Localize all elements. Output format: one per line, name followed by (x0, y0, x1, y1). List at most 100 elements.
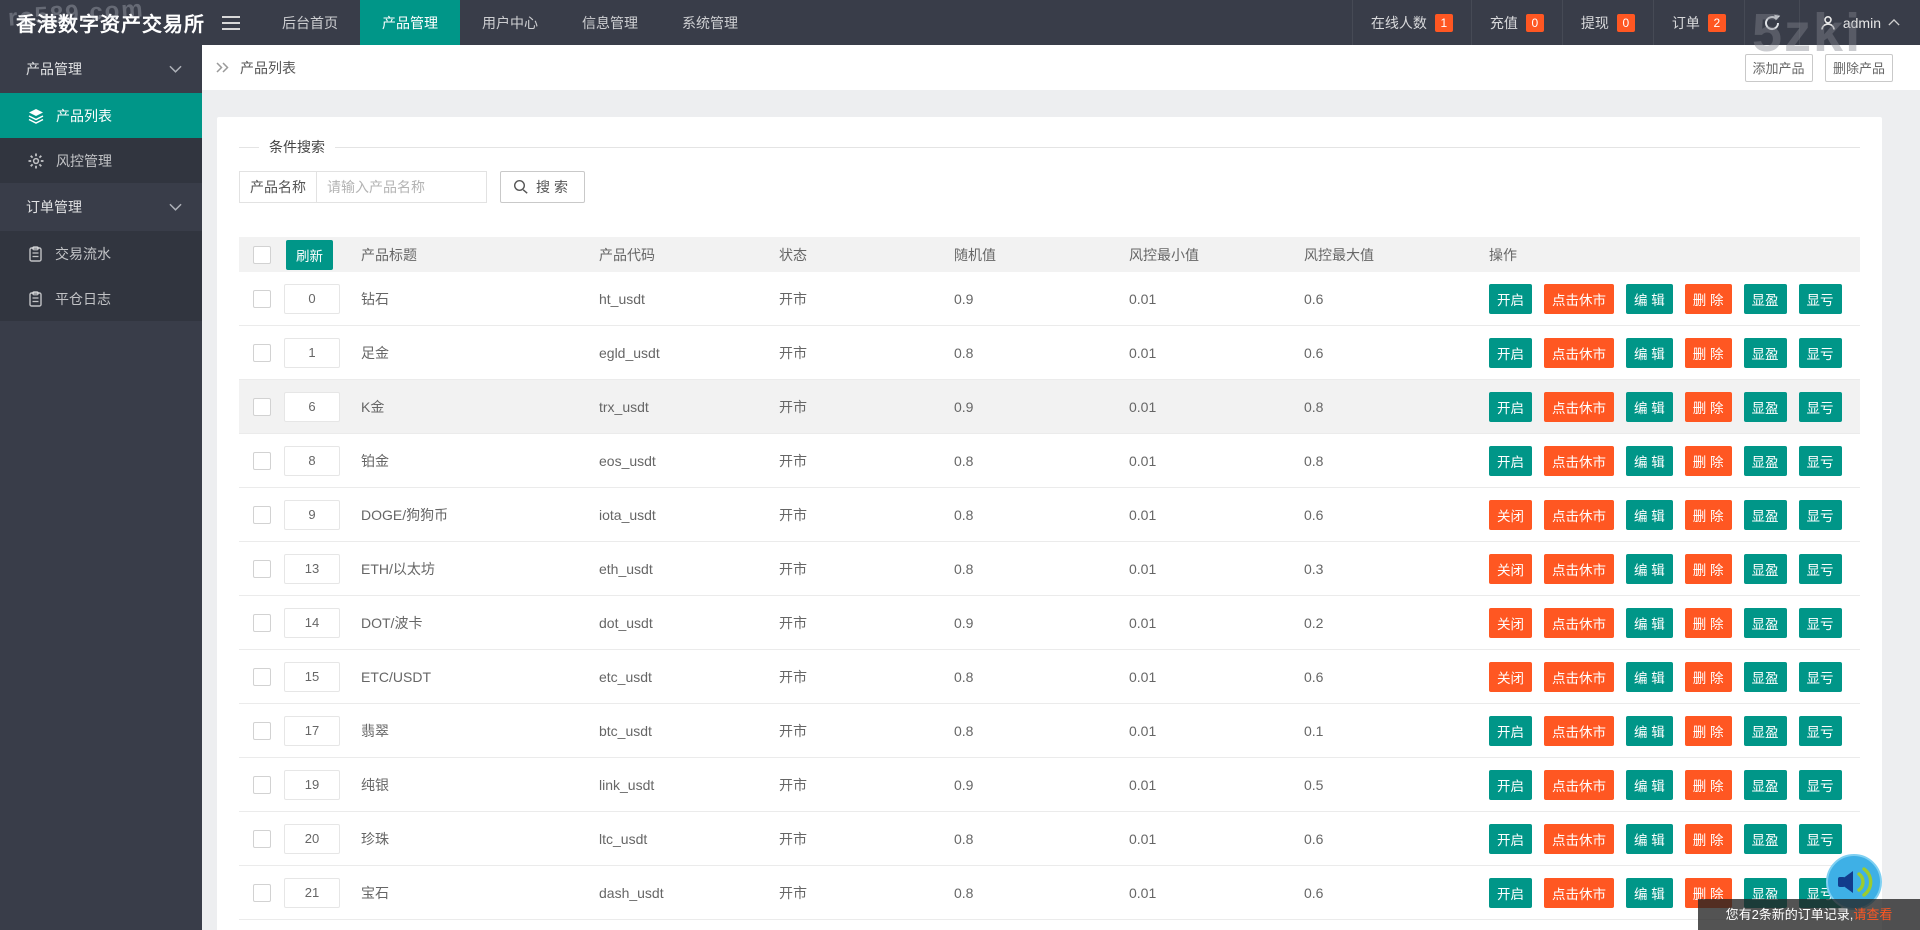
show-loss-button[interactable]: 显亏 (1799, 392, 1842, 422)
edit-button[interactable]: 编 辑 (1626, 500, 1673, 530)
search-button[interactable]: 搜索 (500, 171, 585, 203)
pause-market-button[interactable]: 点击休市 (1544, 284, 1614, 314)
status-item-3[interactable]: 订单2 (1653, 0, 1744, 45)
sort-input[interactable]: 1 (284, 338, 340, 368)
show-profit-button[interactable]: 显盈 (1744, 446, 1787, 476)
edit-button[interactable]: 编 辑 (1626, 446, 1673, 476)
edit-button[interactable]: 编 辑 (1626, 662, 1673, 692)
user-menu[interactable]: admin (1799, 0, 1920, 45)
add-product-button[interactable]: 添加产品 (1745, 54, 1813, 82)
product-name-input[interactable] (317, 171, 487, 203)
pause-market-button[interactable]: 点击休市 (1544, 824, 1614, 854)
sort-input[interactable]: 0 (284, 284, 340, 314)
sidebar-group-0[interactable]: 产品管理 (0, 45, 202, 93)
delete-button[interactable]: 删 除 (1685, 770, 1732, 800)
edit-button[interactable]: 编 辑 (1626, 770, 1673, 800)
nav-item-0[interactable]: 后台首页 (260, 0, 360, 45)
row-checkbox[interactable] (253, 398, 271, 416)
delete-product-button[interactable]: 删除产品 (1825, 54, 1893, 82)
toggle-button[interactable]: 开启 (1489, 716, 1532, 746)
toggle-button[interactable]: 开启 (1489, 338, 1532, 368)
show-profit-button[interactable]: 显盈 (1744, 824, 1787, 854)
sort-input[interactable]: 15 (284, 662, 340, 692)
show-loss-button[interactable]: 显亏 (1799, 770, 1842, 800)
sort-input[interactable]: 13 (284, 554, 340, 584)
row-checkbox[interactable] (253, 560, 271, 578)
nav-item-2[interactable]: 用户中心 (460, 0, 560, 45)
show-loss-button[interactable]: 显亏 (1799, 824, 1842, 854)
show-profit-button[interactable]: 显盈 (1744, 770, 1787, 800)
status-item-2[interactable]: 提现0 (1562, 0, 1653, 45)
row-checkbox[interactable] (253, 344, 271, 362)
row-checkbox[interactable] (253, 506, 271, 524)
refresh-button[interactable] (1744, 0, 1799, 45)
toggle-button[interactable]: 关闭 (1489, 662, 1532, 692)
select-all-checkbox[interactable] (253, 246, 271, 264)
show-profit-button[interactable]: 显盈 (1744, 284, 1787, 314)
sort-input[interactable]: 14 (284, 608, 340, 638)
toggle-button[interactable]: 关闭 (1489, 554, 1532, 584)
sort-input[interactable]: 8 (284, 446, 340, 476)
row-checkbox[interactable] (253, 884, 271, 902)
row-checkbox[interactable] (253, 830, 271, 848)
pause-market-button[interactable]: 点击休市 (1544, 500, 1614, 530)
show-loss-button[interactable]: 显亏 (1799, 554, 1842, 584)
toast-view-link[interactable]: 请查看 (1853, 907, 1892, 922)
edit-button[interactable]: 编 辑 (1626, 284, 1673, 314)
row-checkbox[interactable] (253, 452, 271, 470)
delete-button[interactable]: 删 除 (1685, 392, 1732, 422)
delete-button[interactable]: 删 除 (1685, 554, 1732, 584)
pause-market-button[interactable]: 点击休市 (1544, 662, 1614, 692)
sidebar-item-风控管理[interactable]: 风控管理 (0, 138, 202, 183)
pause-market-button[interactable]: 点击休市 (1544, 392, 1614, 422)
show-profit-button[interactable]: 显盈 (1744, 662, 1787, 692)
show-loss-button[interactable]: 显亏 (1799, 500, 1842, 530)
sidebar-item-产品列表[interactable]: 产品列表 (0, 93, 202, 138)
refresh-table-button[interactable]: 刷新 (286, 240, 333, 270)
row-checkbox[interactable] (253, 614, 271, 632)
edit-button[interactable]: 编 辑 (1626, 554, 1673, 584)
show-loss-button[interactable]: 显亏 (1799, 338, 1842, 368)
pause-market-button[interactable]: 点击休市 (1544, 338, 1614, 368)
delete-button[interactable]: 删 除 (1685, 716, 1732, 746)
show-profit-button[interactable]: 显盈 (1744, 392, 1787, 422)
edit-button[interactable]: 编 辑 (1626, 392, 1673, 422)
show-loss-button[interactable]: 显亏 (1799, 284, 1842, 314)
nav-item-1[interactable]: 产品管理 (360, 0, 460, 45)
pause-market-button[interactable]: 点击休市 (1544, 716, 1614, 746)
edit-button[interactable]: 编 辑 (1626, 608, 1673, 638)
toggle-button[interactable]: 关闭 (1489, 500, 1532, 530)
toggle-button[interactable]: 开启 (1489, 446, 1532, 476)
show-profit-button[interactable]: 显盈 (1744, 500, 1787, 530)
edit-button[interactable]: 编 辑 (1626, 824, 1673, 854)
pause-market-button[interactable]: 点击休市 (1544, 878, 1614, 908)
nav-item-3[interactable]: 信息管理 (560, 0, 660, 45)
show-loss-button[interactable]: 显亏 (1799, 716, 1842, 746)
sort-input[interactable]: 21 (284, 878, 340, 908)
sort-input[interactable]: 19 (284, 770, 340, 800)
sort-input[interactable]: 6 (284, 392, 340, 422)
sidebar-item-交易流水[interactable]: 交易流水 (0, 231, 202, 276)
nav-item-4[interactable]: 系统管理 (660, 0, 760, 45)
row-checkbox[interactable] (253, 776, 271, 794)
sort-input[interactable]: 9 (284, 500, 340, 530)
delete-button[interactable]: 删 除 (1685, 824, 1732, 854)
toggle-button[interactable]: 开启 (1489, 770, 1532, 800)
edit-button[interactable]: 编 辑 (1626, 878, 1673, 908)
sort-input[interactable]: 17 (284, 716, 340, 746)
toggle-button[interactable]: 开启 (1489, 284, 1532, 314)
status-item-0[interactable]: 在线人数1 (1352, 0, 1471, 45)
toggle-button[interactable]: 开启 (1489, 824, 1532, 854)
sidebar-item-平仓日志[interactable]: 平仓日志 (0, 276, 202, 321)
edit-button[interactable]: 编 辑 (1626, 338, 1673, 368)
toggle-button[interactable]: 开启 (1489, 392, 1532, 422)
row-checkbox[interactable] (253, 668, 271, 686)
sidebar-group-1[interactable]: 订单管理 (0, 183, 202, 231)
pause-market-button[interactable]: 点击休市 (1544, 554, 1614, 584)
delete-button[interactable]: 删 除 (1685, 500, 1732, 530)
pause-market-button[interactable]: 点击休市 (1544, 770, 1614, 800)
delete-button[interactable]: 删 除 (1685, 338, 1732, 368)
pause-market-button[interactable]: 点击休市 (1544, 446, 1614, 476)
delete-button[interactable]: 删 除 (1685, 608, 1732, 638)
delete-button[interactable]: 删 除 (1685, 446, 1732, 476)
